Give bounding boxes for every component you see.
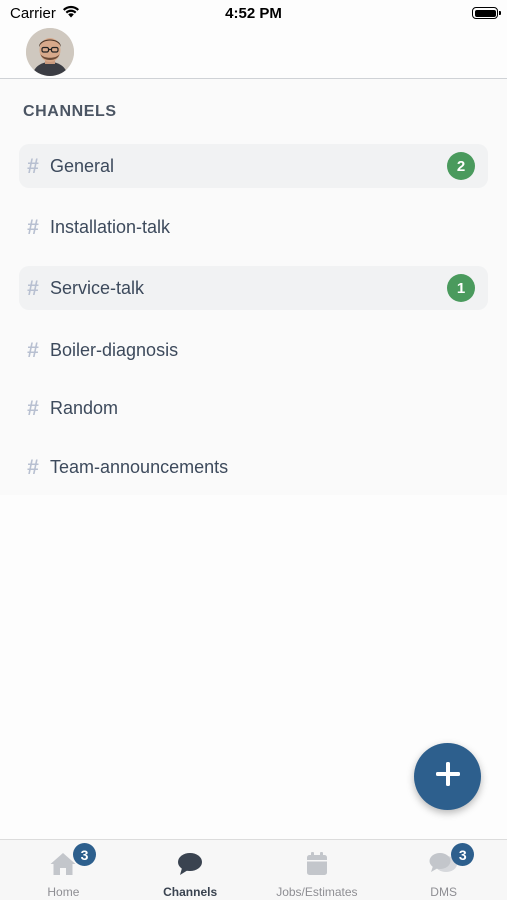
plus-icon <box>434 760 462 793</box>
chat-bubble-icon <box>176 850 204 878</box>
unread-count-badge: 1 <box>447 274 475 302</box>
channel-item-installation-talk[interactable]: # Installation-talk <box>19 205 488 249</box>
tab-jobs-estimates[interactable]: Jobs/Estimates <box>254 840 381 900</box>
tab-label: Jobs/Estimates <box>276 885 358 899</box>
status-time: 4:52 PM <box>225 5 282 22</box>
section-title: CHANNELS <box>23 103 117 120</box>
channel-item-boiler-diagnosis[interactable]: # Boiler-diagnosis <box>19 328 488 372</box>
header <box>0 26 507 79</box>
hash-icon: # <box>27 215 39 239</box>
tab-channels[interactable]: Channels <box>127 840 254 900</box>
tab-label: Home <box>47 885 80 899</box>
tab-bar: Home 3 Channels Jobs/Estimates DMS 3 <box>0 839 507 900</box>
unread-count-badge: 2 <box>447 152 475 180</box>
tab-dms[interactable]: DMS 3 <box>380 840 507 900</box>
hash-icon: # <box>27 396 39 420</box>
status-bar: Carrier 4:52 PM <box>0 0 507 26</box>
hash-icon: # <box>27 338 39 362</box>
tab-label: DMS <box>430 885 457 899</box>
channel-item-service-talk[interactable]: # Service-talk 1 <box>19 266 488 310</box>
hash-icon: # <box>27 154 39 178</box>
tab-badge: 3 <box>73 843 96 866</box>
channel-item-team-announcements[interactable]: # Team-announcements <box>19 445 488 489</box>
channel-name: Random <box>50 397 119 418</box>
tab-home[interactable]: Home 3 <box>0 840 127 900</box>
channels-screen: Carrier 4:52 PM CHANNELS # General 2 # I… <box>0 0 507 900</box>
channel-list: CHANNELS # General 2 # Installation-talk… <box>0 79 507 495</box>
channel-name: Service-talk <box>50 277 145 298</box>
channel-item-general[interactable]: # General 2 <box>19 144 488 188</box>
hash-icon: # <box>27 276 39 300</box>
tab-badge: 3 <box>451 843 475 866</box>
channel-name: General <box>50 155 115 176</box>
hash-icon: # <box>27 455 39 479</box>
user-avatar[interactable] <box>26 28 74 76</box>
tab-label: Channels <box>163 885 218 899</box>
channel-name: Team-announcements <box>50 456 229 477</box>
channel-name: Installation-talk <box>50 216 171 237</box>
add-channel-button[interactable] <box>414 743 481 810</box>
calendar-icon <box>305 850 329 878</box>
battery-icon <box>472 7 501 19</box>
channel-item-random[interactable]: # Random <box>19 386 488 430</box>
channel-name: Boiler-diagnosis <box>50 339 179 360</box>
